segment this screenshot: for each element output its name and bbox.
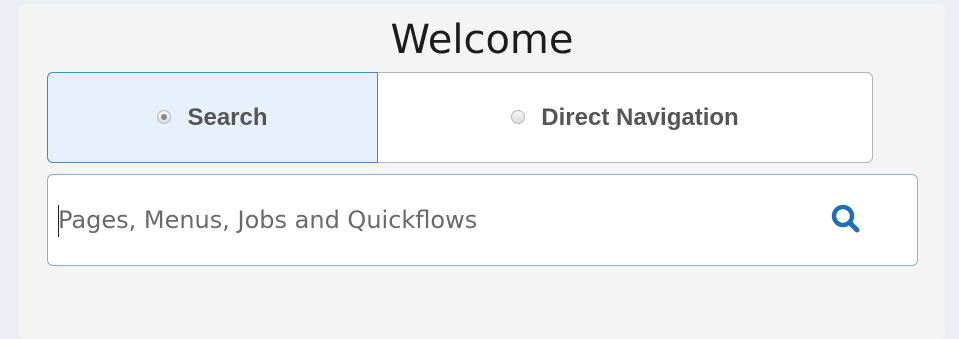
search-mode-label: Search	[187, 103, 268, 131]
search-radio[interactable]	[157, 109, 172, 124]
welcome-card: Welcome	[19, 4, 945, 339]
direct-navigation-label: Direct Navigation	[541, 103, 739, 131]
search-input[interactable]	[58, 175, 818, 265]
search-box	[47, 174, 918, 266]
search-icon[interactable]	[828, 201, 864, 237]
text-caret	[58, 205, 59, 237]
direct-navigation-radio[interactable]	[511, 109, 526, 124]
direct-navigation-option[interactable]: Direct Navigation	[378, 72, 873, 163]
search-mode-option[interactable]: Search	[47, 72, 378, 163]
page-title: Welcome	[390, 17, 574, 63]
